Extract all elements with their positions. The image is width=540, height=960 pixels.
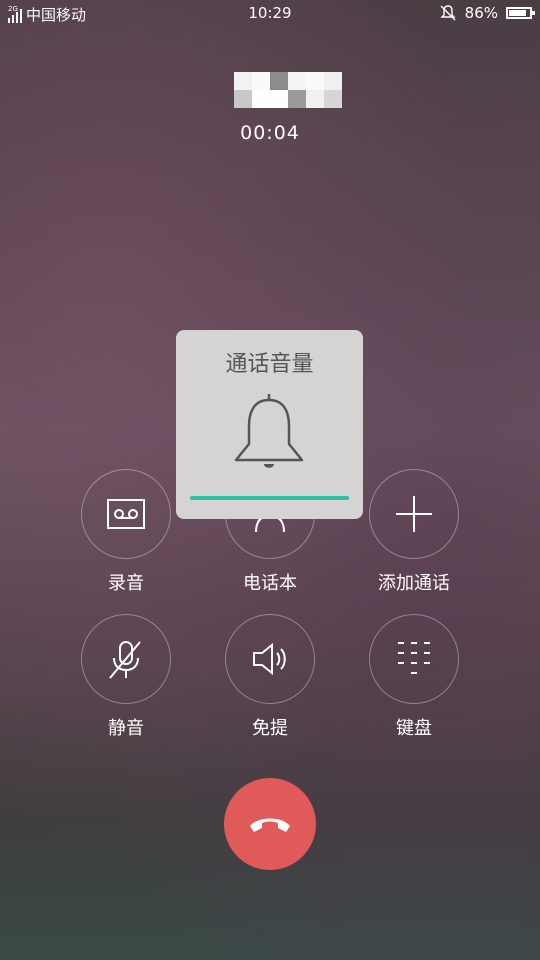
battery-percent: 86% — [464, 4, 498, 22]
hangup-button[interactable] — [224, 778, 316, 870]
keypad-button[interactable]: 键盘 — [349, 614, 479, 740]
caller-name-obscured — [234, 72, 342, 108]
keypad-label: 键盘 — [396, 718, 432, 739]
add-call-button[interactable]: 添加通话 — [349, 469, 479, 595]
keypad-icon — [398, 642, 430, 674]
volume-slider[interactable] — [190, 496, 349, 500]
add-icon — [396, 496, 432, 532]
speaker-button[interactable]: 免提 — [205, 614, 335, 740]
mute-label: 静音 — [108, 718, 144, 739]
volume-popup: 通话音量 — [176, 330, 363, 519]
record-icon — [107, 499, 145, 529]
mute-icon — [109, 641, 141, 679]
add-call-label: 添加通话 — [378, 573, 450, 594]
hangup-icon — [250, 818, 290, 832]
status-bar: 2G 中国移动 10:29 86% — [0, 0, 540, 28]
mute-button[interactable]: 静音 — [61, 614, 191, 740]
record-button[interactable]: 录音 — [61, 469, 191, 595]
speaker-icon — [253, 642, 286, 676]
contacts-label: 电话本 — [243, 573, 297, 594]
volume-level — [190, 496, 349, 500]
volume-title: 通话音量 — [225, 352, 314, 377]
battery-icon — [506, 7, 535, 19]
silent-icon — [439, 5, 456, 21]
speaker-label: 免提 — [252, 718, 288, 739]
record-label: 录音 — [108, 573, 144, 594]
bell-icon — [234, 394, 304, 468]
call-screen: { "status_bar": { "network": "2G", "carr… — [0, 0, 540, 960]
call-duration: 00:04 — [240, 122, 300, 144]
